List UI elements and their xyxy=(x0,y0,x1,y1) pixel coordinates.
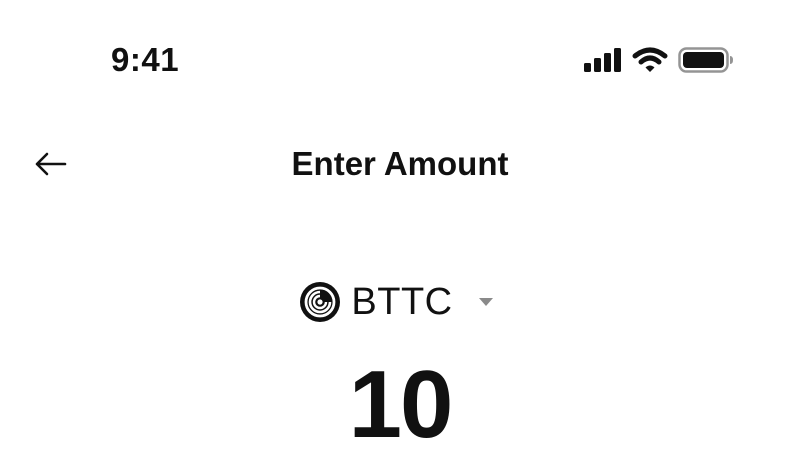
token-selector-inner[interactable]: BTTC xyxy=(299,280,493,324)
amount-value[interactable]: 10 xyxy=(0,355,800,450)
enter-amount-screen: 9:41 Enter Amount BTTC 10 xyxy=(0,0,800,450)
bttc-logo-icon xyxy=(300,282,341,322)
wifi-icon xyxy=(632,47,668,72)
token-symbol: BTTC xyxy=(351,281,453,323)
token-selector[interactable]: BTTC xyxy=(0,280,800,324)
battery-icon xyxy=(678,47,733,73)
signal-icon xyxy=(584,48,621,72)
page-title: Enter Amount xyxy=(291,145,509,182)
status-icons xyxy=(584,44,734,76)
status-time: 9:41 xyxy=(111,41,180,78)
caret-down-icon xyxy=(478,298,493,306)
